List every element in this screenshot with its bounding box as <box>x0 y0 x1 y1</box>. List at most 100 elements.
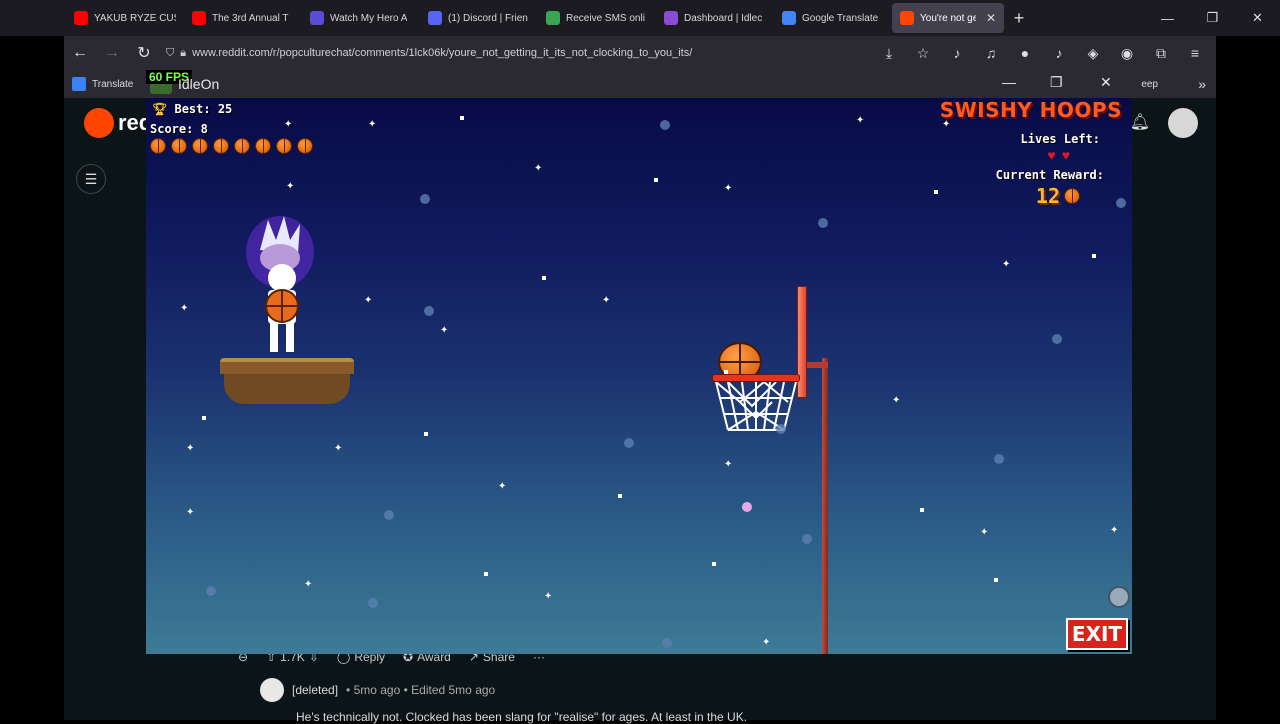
more-bookmarks-icon[interactable]: » <box>1198 76 1206 92</box>
game-scene[interactable]: 🏆︎ Best: 25 Score: 8 SWISHY HOOPS Lives … <box>146 98 1132 654</box>
orb-decoration <box>1052 334 1062 344</box>
shield-icon[interactable]: ⛉ <box>166 47 174 60</box>
star-decoration: ✦ <box>534 163 543 174</box>
ball-remaining-icon <box>150 138 166 154</box>
comment-text: He's technically not. Clocked has been s… <box>296 710 748 724</box>
avatar[interactable] <box>1168 108 1198 138</box>
tab-bar: YAKUB RYZE CUS The 3rd Annual T Watch My H… <box>0 0 1280 36</box>
browser-tab[interactable]: Google Translate <box>774 3 892 33</box>
minimize-icon[interactable]: — <box>1002 74 1016 90</box>
extension-icon[interactable]: ◉ <box>1112 45 1142 62</box>
star-decoration: ✦ <box>602 295 611 306</box>
download-icon[interactable]: ⤓ <box>874 45 904 62</box>
platform-base <box>224 374 350 404</box>
orb-decoration <box>384 510 394 520</box>
star-decoration: ✦ <box>892 395 901 406</box>
heart-icon: ♥ <box>1061 147 1070 163</box>
back-icon[interactable]: ← <box>64 44 96 62</box>
tab-favicon-icon <box>782 11 796 25</box>
player-character <box>246 216 314 352</box>
menu-icon[interactable]: ≡ <box>1180 45 1210 62</box>
browser-tab[interactable]: You're not ge ✕ <box>892 3 1004 33</box>
close-tab-icon[interactable]: ✕ <box>986 11 996 25</box>
restore-window-icon[interactable]: ❐ <box>1190 10 1235 26</box>
browser-tab[interactable]: (1) Discord | Frien <box>420 3 538 33</box>
lock-icon[interactable]: 🔒︎ <box>180 47 186 60</box>
avatar[interactable] <box>260 678 284 702</box>
orb-decoration <box>776 424 786 434</box>
star-decoration: ✦ <box>980 527 989 538</box>
star-decoration: ✦ <box>724 459 733 470</box>
exit-button[interactable]: EXIT <box>1066 618 1128 650</box>
cursor-marker <box>742 502 752 512</box>
url-text[interactable]: www.reddit.com/r/popculturechat/comments… <box>192 47 692 59</box>
hoop-arm <box>806 362 828 368</box>
star-decoration <box>934 190 938 194</box>
tab-favicon-icon <box>428 11 442 25</box>
browser-tab[interactable]: Watch My Hero A <box>302 3 420 33</box>
hoop-net <box>715 382 797 431</box>
ball-remaining-icon <box>276 138 292 154</box>
reload-icon[interactable]: ↻ <box>128 43 160 63</box>
tab-label: (1) Discord | Frien <box>448 12 528 24</box>
reddit-logo-icon[interactable] <box>84 108 114 138</box>
tab-favicon-icon <box>192 11 206 25</box>
browser-tab[interactable]: YAKUB RYZE CUS <box>66 3 184 33</box>
bookmark-star-icon[interactable]: ☆ <box>908 45 938 62</box>
heart-icon: ♥ <box>1047 147 1056 163</box>
comment-author[interactable]: [deleted] <box>292 683 338 697</box>
tab-favicon-icon <box>74 11 88 25</box>
microphone-icon[interactable]: ● <box>1010 45 1040 62</box>
star-decoration <box>460 116 464 120</box>
star-decoration <box>994 578 998 582</box>
game-window-title: IdleOn <box>178 76 220 92</box>
new-tab-icon[interactable]: + <box>1004 8 1034 29</box>
address-bar[interactable]: ⛉ 🔒︎ www.reddit.com/r/popculturechat/com… <box>160 40 874 66</box>
orb-decoration <box>662 638 672 648</box>
tab-label: Watch My Hero A <box>330 12 408 24</box>
orb-decoration <box>368 598 378 608</box>
nav-bar: ← → ↻ ⛉ 🔒︎ www.reddit.com/r/popculturech… <box>64 36 1216 70</box>
close-icon[interactable]: ✕ <box>1100 74 1112 91</box>
game-title-bar[interactable]: 60 FPS IdleOn — ❐ ✕ <box>146 70 1132 98</box>
browser-tab[interactable]: The 3rd Annual T <box>184 3 302 33</box>
star-decoration: ✦ <box>1002 259 1011 270</box>
speaker-icon[interactable]: ♪ <box>942 45 972 62</box>
current-score: Score: 8 <box>150 122 208 136</box>
tab-label: You're not ge <box>920 12 976 24</box>
star-decoration: ✦ <box>334 443 343 454</box>
reward-value: 12 <box>1035 184 1060 208</box>
tiktok-icon[interactable]: ♪ <box>1044 45 1074 62</box>
star-decoration: ✦ <box>762 637 771 648</box>
ball-remaining-icon <box>297 138 313 154</box>
star-decoration: ✦ <box>284 119 293 130</box>
orb-decoration <box>1116 198 1126 208</box>
star-decoration <box>654 178 658 182</box>
browser-tab[interactable]: Dashboard | Idlec <box>656 3 774 33</box>
star-decoration: ✦ <box>1110 525 1119 536</box>
star-decoration <box>920 508 924 512</box>
sound-toggle-icon[interactable] <box>1108 586 1130 608</box>
minimize-window-icon[interactable]: — <box>1145 11 1190 26</box>
close-window-icon[interactable]: ✕ <box>1235 10 1280 26</box>
extension-icon[interactable]: ♫ <box>976 45 1006 62</box>
browser-tab[interactable]: Receive SMS onli <box>538 3 656 33</box>
hamburger-menu-icon[interactable]: ☰ <box>76 164 106 194</box>
tab-label: The 3rd Annual T <box>212 12 289 24</box>
ball-remaining-icon <box>255 138 271 154</box>
lives-hearts: ♥ ♥ <box>1047 148 1070 162</box>
star-decoration: ✦ <box>180 303 189 314</box>
forward-icon[interactable]: → <box>96 44 128 62</box>
extension-icon[interactable]: ◈ <box>1078 45 1108 62</box>
tab-favicon-icon <box>546 11 560 25</box>
star-decoration <box>618 494 622 498</box>
extensions-icon[interactable]: ⧉ <box>1146 45 1176 62</box>
bookmark-item[interactable]: eep <box>1141 79 1158 90</box>
window-controls: — ❐ ✕ <box>1145 0 1280 36</box>
notification-bell-icon[interactable]: 🔔︎ <box>1130 112 1150 132</box>
basketball-icon <box>1064 188 1080 204</box>
star-decoration: ✦ <box>440 325 449 336</box>
bookmark-translate[interactable]: Translate <box>92 79 133 90</box>
maximize-icon[interactable]: ❐ <box>1050 74 1063 91</box>
star-decoration <box>712 562 716 566</box>
